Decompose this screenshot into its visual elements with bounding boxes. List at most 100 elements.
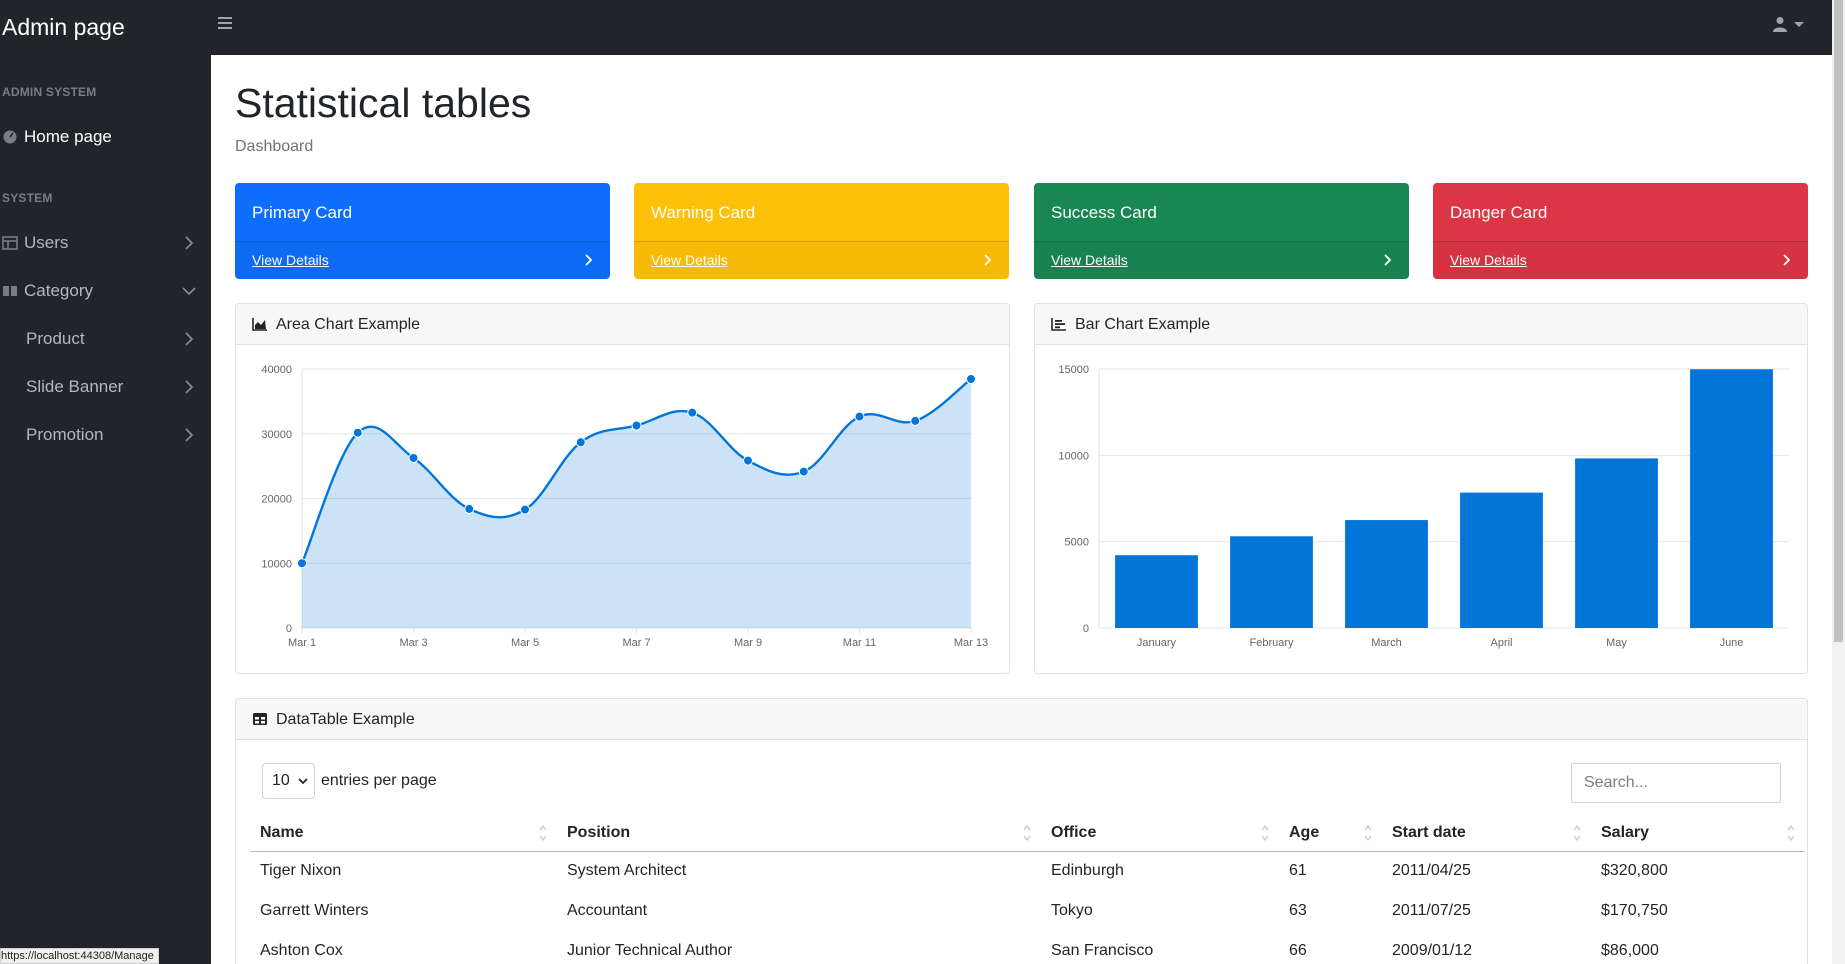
panel-header: Bar Chart Example — [1035, 304, 1807, 345]
sidebar-item-slide-banner[interactable]: Slide Banner — [0, 367, 211, 407]
card-title: Primary Card — [252, 203, 353, 222]
chevron-right-icon[interactable] — [981, 253, 995, 267]
y-tick-label: 15000 — [1058, 364, 1089, 376]
sidebar-item-home[interactable]: Home page — [0, 117, 211, 157]
page-title: Statistical tables — [235, 80, 532, 126]
sidebar-item-label: Home page — [24, 127, 112, 146]
column-header-position[interactable]: Position — [557, 815, 1041, 852]
chevron-right-icon[interactable] — [1381, 253, 1395, 267]
y-tick-label: 0 — [1083, 623, 1089, 635]
warning-card: Warning Card View Details — [634, 183, 1009, 279]
y-tick-label: 0 — [286, 623, 292, 635]
sidebar-heading-system: SYSTEM — [2, 191, 53, 205]
view-details-link[interactable]: View Details — [651, 252, 728, 268]
status-bar-url: https://localhost:44308/Manage — [0, 948, 159, 964]
cell-name: Garrett Winters — [260, 902, 369, 919]
x-tick-label: Mar 3 — [399, 637, 427, 649]
data-point — [798, 466, 809, 477]
datatable-panel: DataTable Example 10 entries per page Na… — [235, 698, 1808, 964]
sidebar-toggle-icon[interactable] — [218, 17, 232, 30]
panel-title: DataTable Example — [276, 711, 415, 728]
x-tick-label: March — [1371, 637, 1402, 649]
column-label: Start date — [1392, 823, 1466, 841]
vertical-scrollbar[interactable] — [1832, 0, 1845, 964]
cell-name: Ashton Cox — [260, 942, 343, 959]
data-point — [687, 407, 698, 418]
chevron-right-icon[interactable] — [1780, 253, 1794, 267]
card-footer: View Details — [235, 241, 610, 279]
column-header-salary[interactable]: Salary — [1591, 815, 1805, 852]
sidebar-item-label: Users — [24, 233, 69, 252]
area-chart-panel: Area Chart Example 0 10000 20000 30000 40000… — [235, 303, 1010, 674]
column-label: Name — [260, 823, 304, 841]
cell-age: 66 — [1289, 942, 1307, 959]
data-point — [464, 503, 475, 514]
cell-salary: $86,000 — [1601, 942, 1659, 959]
sidebar: ADMIN SYSTEM Home page SYSTEM Users Cate… — [0, 55, 211, 964]
success-card: Success Card View Details — [1034, 183, 1409, 279]
y-tick-label: 40000 — [261, 364, 292, 376]
chevron-right-icon — [185, 428, 194, 442]
panel-header: Area Chart Example — [236, 304, 1009, 345]
search-input[interactable] — [1571, 763, 1781, 803]
data-point — [854, 411, 865, 422]
bar — [1460, 492, 1543, 628]
sidebar-item-product[interactable]: Product — [0, 319, 211, 359]
area-chart: 0 10000 20000 30000 40000 Mar 1 Mar 3 Mar 5 Mar … — [261, 364, 988, 649]
scrollbar-thumb[interactable] — [1834, 0, 1843, 642]
sort-icon — [1787, 825, 1795, 841]
cell-salary: $320,800 — [1601, 862, 1668, 880]
chevron-right-icon[interactable] — [582, 253, 596, 267]
brand-title[interactable]: Admin page — [2, 14, 125, 41]
bar — [1230, 536, 1313, 628]
chevron-down-icon — [298, 778, 308, 785]
panel-title: Area Chart Example — [276, 316, 421, 333]
card-footer: View Details — [1034, 241, 1409, 279]
bar-chart-icon — [1051, 318, 1066, 331]
table-row: Garrett Winters Accountant Tokyo 63 2011… — [250, 891, 1805, 931]
chevron-right-icon — [185, 332, 194, 346]
cell-name: Tiger Nixon — [260, 862, 342, 880]
sidebar-item-category[interactable]: Category — [0, 271, 211, 311]
sidebar-item-promotion[interactable]: Promotion — [0, 415, 211, 455]
cell-position: System Architect — [567, 862, 687, 880]
table-icon — [2, 236, 18, 250]
sidebar-item-users[interactable]: Users — [0, 223, 211, 263]
sort-icon — [1573, 825, 1581, 841]
panel-header: DataTable Example — [236, 699, 1807, 740]
view-details-link[interactable]: View Details — [1051, 252, 1128, 268]
chevron-down-icon — [1794, 21, 1804, 27]
column-header-office[interactable]: Office — [1041, 815, 1279, 852]
data-point — [352, 427, 363, 438]
column-label: Age — [1289, 823, 1320, 841]
y-tick-label: 10000 — [261, 558, 292, 570]
sidebar-item-label: Slide Banner — [26, 377, 124, 396]
x-tick-label: Mar 5 — [511, 637, 539, 649]
view-details-link[interactable]: View Details — [252, 252, 329, 268]
x-tick-label: June — [1720, 637, 1744, 649]
bar — [1115, 555, 1198, 628]
user-menu-button[interactable] — [1772, 16, 1804, 32]
cell-salary: $170,750 — [1601, 902, 1668, 919]
x-tick-label: April — [1490, 637, 1512, 649]
page-size-value: 10 — [272, 772, 290, 789]
card-title: Success Card — [1051, 203, 1157, 222]
chevron-right-icon — [185, 380, 194, 394]
x-tick-label: Mar 11 — [843, 637, 876, 649]
sidebar-heading-admin: ADMIN SYSTEM — [2, 85, 97, 99]
bar — [1690, 369, 1773, 628]
column-header-start-date[interactable]: Start date — [1382, 815, 1591, 852]
column-header-name[interactable]: Name — [250, 815, 557, 852]
data-point — [520, 504, 530, 515]
data-point — [966, 374, 976, 385]
entries-per-page-label: entries per page — [321, 772, 437, 789]
user-icon — [1773, 17, 1787, 32]
column-label: Salary — [1601, 823, 1650, 841]
view-details-link[interactable]: View Details — [1450, 252, 1527, 268]
page-size-select[interactable]: 10 — [262, 763, 315, 799]
column-header-age[interactable]: Age — [1279, 815, 1382, 852]
x-tick-label: February — [1249, 637, 1294, 649]
cell-office: San Francisco — [1051, 942, 1154, 959]
bar-chart: 0 5000 10000 15000 January February March April… — [1058, 364, 1789, 649]
table-header-row: Name Position Office Age Start date Sala… — [250, 815, 1805, 852]
